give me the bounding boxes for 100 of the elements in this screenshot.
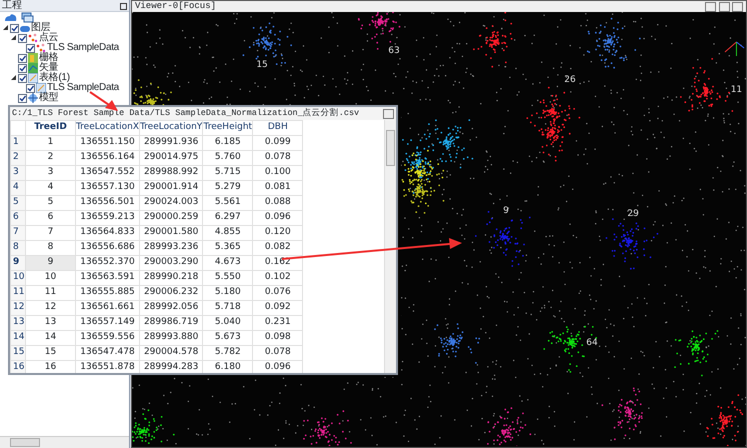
table-cell: 6.297 [202,210,253,226]
checkbox[interactable] [10,24,19,32]
tree-label: 29 [627,208,639,221]
table-cell: 0.120 [252,226,303,240]
column-header[interactable]: TreeLocationY [139,120,203,136]
tree-label: 15 [256,59,268,72]
table-cell: 290024.003 [139,196,203,210]
table-cell: 289993.880 [139,330,203,346]
table-cell: 290003.290 [139,256,203,270]
table-cell: 0.078 [252,150,303,166]
checkbox[interactable] [18,34,27,42]
table-icon [36,83,46,93]
collapse-icon[interactable] [11,75,17,81]
checkbox[interactable] [18,54,27,62]
table-cell: 136559.213 [76,210,140,226]
checkbox[interactable] [18,74,27,82]
scrollbar-thumb[interactable] [10,438,40,447]
table-cell: 290014.975 [139,150,203,166]
row-header[interactable]: 6 [10,210,26,226]
row-header[interactable]: 16 [10,360,26,373]
table-cell: 12 [26,300,76,316]
table-cell: 2 [26,150,76,166]
tree-item[interactable]: 模型 [39,92,58,104]
table-cell: 289991.936 [139,136,203,150]
table-cell: 1 [26,136,76,150]
table-cell: 136563.591 [76,270,140,286]
point-cloud-icon [28,33,38,43]
table-cell: 3 [26,166,76,180]
table-cell: 5.040 [202,316,253,330]
row-header[interactable]: 7 [10,226,26,240]
table-cell: 0.088 [252,196,303,210]
collapse-icon[interactable] [11,35,17,41]
tree-label: 64 [586,337,598,350]
tree-item[interactable]: 表格(1) [39,72,70,84]
row-header[interactable]: 9 [10,256,26,270]
viewer-title: Viewer-0[Focus] [135,0,216,13]
tree-label: 11 [730,84,742,97]
row-header[interactable]: 3 [10,166,26,180]
table-cell: 15 [26,346,76,360]
table-cell: 4.855 [202,226,253,240]
table-cell: 0.099 [252,136,303,150]
table-cell: 7 [26,226,76,240]
table-cell: 289990.218 [139,270,203,286]
table-cell: 290001.914 [139,180,203,196]
checkbox[interactable] [18,64,27,72]
table-icon [28,73,38,83]
table-cell: 289993.236 [139,240,203,256]
layers-icon[interactable] [21,12,34,23]
table-cell: 0.082 [252,240,303,256]
cloud-icon [20,23,30,33]
column-header[interactable]: TreeID [26,120,76,136]
row-header[interactable]: 11 [10,286,26,300]
scrollbar-thumb[interactable] [386,130,395,166]
row-header[interactable]: 13 [10,316,26,330]
cloud-icon[interactable] [4,13,17,22]
row-header[interactable]: 2 [10,150,26,166]
column-header[interactable]: TreeLocationX [76,120,140,136]
table-cell: 6 [26,210,76,226]
table-cell: 5.550 [202,270,253,286]
table-cell: 11 [26,286,76,300]
tree-label: 63 [388,45,400,58]
table-cell: 0.100 [252,166,303,180]
checkbox[interactable] [18,94,27,102]
table-cell: 136564.833 [76,226,140,240]
table-cell: 289986.719 [139,316,203,330]
table-cell: 290001.580 [139,226,203,240]
table-cell: 0.096 [252,210,303,226]
row-header[interactable]: 5 [10,196,26,210]
tree-label: 9 [503,205,509,218]
row-header[interactable]: 8 [10,240,26,256]
column-header[interactable]: TreeHeight [202,120,253,136]
tree-item[interactable]: 点云 [39,32,58,44]
table-cell: 9 [26,256,76,270]
table-cell: 5.673 [202,330,253,346]
table-cell: 5.365 [202,240,253,256]
table-cell: 136556.501 [76,196,140,210]
row-header[interactable]: 10 [10,270,26,286]
table-cell: 5.782 [202,346,253,360]
column-header[interactable]: DBH [252,120,303,136]
table-cell: 136559.556 [76,330,140,346]
row-header[interactable]: 14 [10,330,26,346]
table-cell: 0.231 [252,316,303,330]
table-cell: 136547.552 [76,166,140,180]
row-header[interactable]: 1 [10,136,26,150]
panel-title: 工程 [2,0,22,12]
checkbox[interactable] [26,84,35,92]
table-cell: 14 [26,330,76,346]
row-header[interactable]: 12 [10,300,26,316]
checkbox[interactable] [26,44,35,52]
table-cell: 289992.056 [139,300,203,316]
table-cell: 290006.232 [139,286,203,300]
table-cell: 4 [26,180,76,196]
table-cell: 6.185 [202,136,253,150]
row-header[interactable]: 4 [10,180,26,196]
row-header[interactable]: 15 [10,346,26,360]
table-cell: 0.102 [252,270,303,286]
collapse-icon[interactable] [3,25,9,31]
table-cell: 5.718 [202,300,253,316]
vector-icon [28,63,38,73]
table-cell: 0.076 [252,286,303,300]
